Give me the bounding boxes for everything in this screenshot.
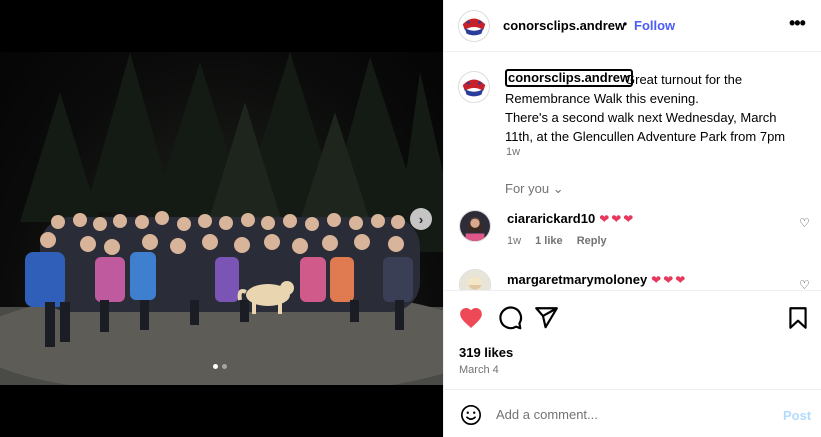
avatar[interactable]	[459, 210, 491, 242]
chevron-right-icon: ›	[418, 211, 424, 227]
comments-section[interactable]: conorsclips.andrew Great turnout for the…	[444, 52, 821, 290]
caption-timestamp[interactable]: 1w	[506, 146, 520, 158]
avatar[interactable]	[459, 269, 491, 290]
comment-like-heart-icon[interactable]: ♡	[799, 216, 810, 230]
carousel-indicator	[213, 364, 227, 369]
comment-input[interactable]	[496, 404, 766, 424]
carousel-dot-active	[213, 364, 218, 369]
conorsclips-logo-icon	[459, 11, 489, 41]
profile-photo-icon	[460, 270, 490, 290]
separator-dot: •	[623, 17, 628, 31]
post-media[interactable]: ›	[0, 0, 443, 437]
like-count[interactable]: 319 likes	[459, 345, 513, 360]
profile-photo-icon	[460, 211, 490, 241]
carousel-dot	[222, 364, 227, 369]
caption-line: There's a second walk next Wednesday, Ma…	[505, 110, 777, 125]
group-photo[interactable]	[0, 52, 443, 385]
for-you-toggle[interactable]: For you ⌄	[505, 181, 564, 197]
comment-username[interactable]: ciararickard10 ❤❤❤	[507, 211, 635, 226]
save-bookmark-icon[interactable]	[785, 305, 811, 331]
share-icon[interactable]	[533, 305, 559, 331]
for-you-label: For you	[505, 181, 550, 196]
heart-emojis: ❤❤❤	[651, 273, 688, 287]
post-details-panel: conorsclips.andrew • Follow ••• conorscl…	[443, 0, 821, 437]
post-date[interactable]: March 4	[459, 364, 499, 376]
caption-line: Remembrance Walk this evening.	[505, 91, 699, 106]
comment-timestamp[interactable]: 1w	[507, 235, 521, 247]
comment-like-heart-icon[interactable]: ♡	[799, 278, 810, 290]
conorsclips-logo-icon	[459, 72, 489, 102]
photo-scene	[0, 52, 443, 385]
follow-button[interactable]: Follow	[634, 18, 675, 33]
add-comment-bar: Post	[444, 389, 821, 437]
comment-like-count[interactable]: 1 like	[535, 235, 563, 247]
comment-username-text: ciararickard10	[507, 211, 596, 226]
caption-text: Great turnout for the Remembrance Walk th…	[505, 70, 805, 146]
liked-heart-icon[interactable]	[458, 305, 484, 331]
caption-line: Great turnout for the	[625, 72, 743, 87]
heart-emojis: ❤❤❤	[599, 212, 636, 226]
emoji-icon[interactable]	[460, 404, 482, 426]
chevron-down-icon: ⌄	[552, 181, 564, 196]
post-header: conorsclips.andrew • Follow •••	[444, 0, 821, 52]
post-actions: 319 likes March 4	[444, 290, 821, 388]
more-options-icon[interactable]: •••	[789, 13, 806, 34]
post-author-username[interactable]: conorsclips.andrew	[503, 18, 625, 33]
next-slide-button[interactable]: ›	[410, 208, 432, 230]
post-comment-button[interactable]: Post	[783, 408, 811, 423]
comment-username-text: margaretmarymoloney	[507, 272, 648, 287]
comment-icon[interactable]	[497, 305, 523, 331]
avatar[interactable]	[458, 10, 490, 42]
reply-button[interactable]: Reply	[577, 235, 607, 247]
caption-avatar[interactable]	[458, 71, 490, 103]
caption-line: 11th, at the Glencullen Adventure Park f…	[505, 129, 786, 144]
comment-username[interactable]: margaretmarymoloney ❤❤❤	[507, 272, 687, 287]
comment-meta: 1w 1 like Reply	[507, 235, 618, 247]
